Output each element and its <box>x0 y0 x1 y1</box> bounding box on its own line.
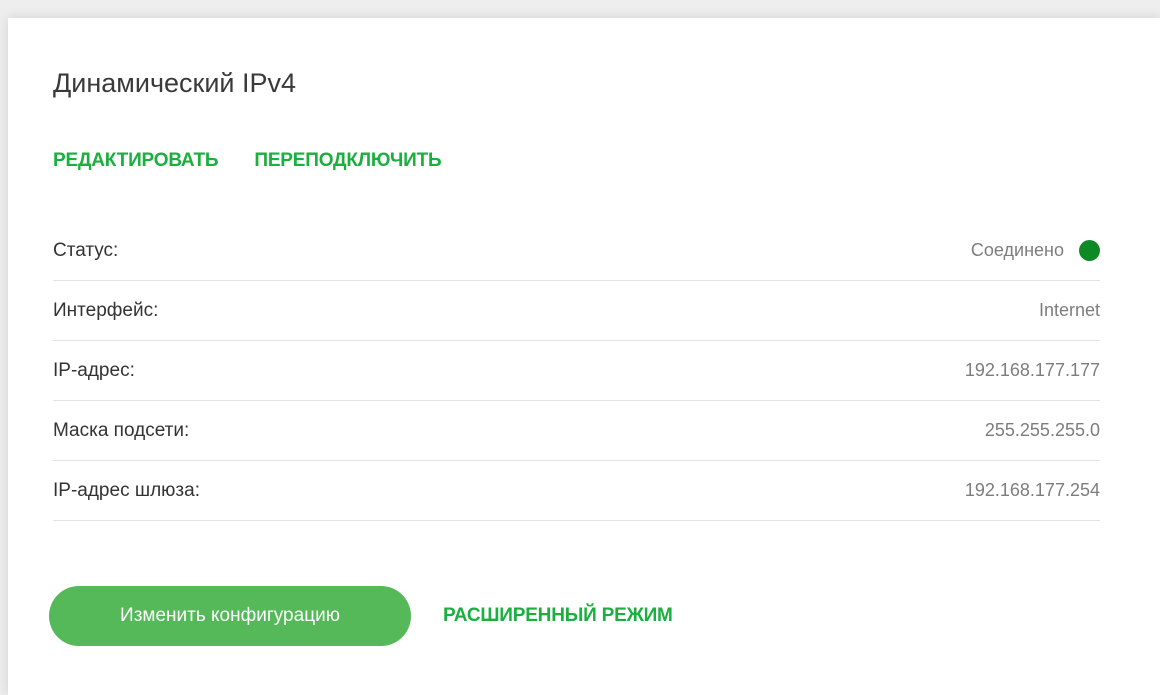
connection-card: Динамический IPv4 РЕДАКТИРОВАТЬ ПЕРЕПОДК… <box>8 18 1160 695</box>
reconnect-link[interactable]: ПЕРЕПОДКЛЮЧИТЬ <box>254 149 441 173</box>
connection-info: Статус: Соединено Интерфейс: Internet IP… <box>53 221 1100 521</box>
info-row-status: Статус: Соединено <box>53 221 1100 281</box>
info-row-gateway: IP-адрес шлюза: 192.168.177.254 <box>53 461 1100 521</box>
subnet-mask-label: Маска подсети: <box>53 419 190 441</box>
footer-actions: Изменить конфигурацию РАСШИРЕННЫЙ РЕЖИМ <box>49 586 673 646</box>
status-value: Соединено <box>970 240 1064 260</box>
info-row-subnet-mask: Маска подсети: 255.255.255.0 <box>53 401 1100 461</box>
status-value-wrap: Соединено <box>971 240 1100 261</box>
status-indicator-icon <box>1079 240 1100 261</box>
info-row-ip-address: IP-адрес: 192.168.177.177 <box>53 341 1100 401</box>
ip-address-value: 192.168.177.177 <box>964 360 1100 380</box>
page-title: Динамический IPv4 <box>53 68 297 98</box>
advanced-mode-link[interactable]: РАСШИРЕННЫЙ РЕЖИМ <box>443 604 673 628</box>
interface-label: Интерфейс: <box>53 299 159 321</box>
edit-link[interactable]: РЕДАКТИРОВАТЬ <box>53 149 219 173</box>
gateway-label: IP-адрес шлюза: <box>53 479 200 501</box>
change-config-button[interactable]: Изменить конфигурацию <box>49 586 411 646</box>
interface-value: Internet <box>1038 300 1100 320</box>
info-row-interface: Интерфейс: Internet <box>53 281 1100 341</box>
ip-address-label: IP-адрес: <box>53 359 135 381</box>
action-links: РЕДАКТИРОВАТЬ ПЕРЕПОДКЛЮЧИТЬ <box>53 149 442 173</box>
status-label: Статус: <box>53 239 119 261</box>
subnet-mask-value: 255.255.255.0 <box>984 420 1100 440</box>
gateway-value: 192.168.177.254 <box>964 480 1100 500</box>
